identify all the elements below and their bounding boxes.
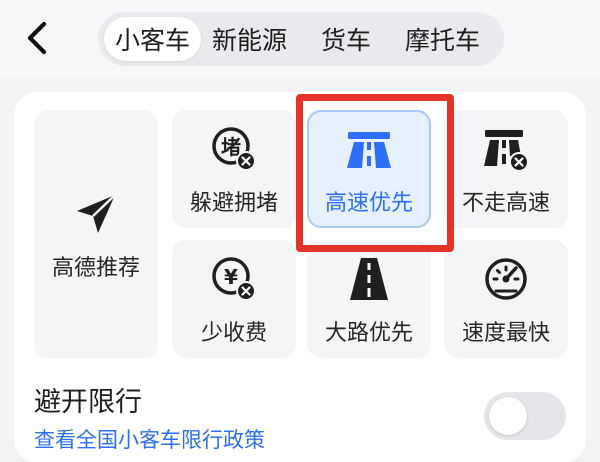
tab-truck[interactable]: 货车 xyxy=(310,17,382,61)
tab-motorcycle[interactable]: 摩托车 xyxy=(394,17,491,61)
tab-car[interactable]: 小客车 xyxy=(104,17,202,61)
option-main-road-first-label: 大路优先 xyxy=(324,321,413,346)
option-less-toll[interactable]: ¥ 少收费 xyxy=(172,240,296,358)
option-recommend[interactable]: 高德推荐 xyxy=(34,110,158,358)
speedometer-icon xyxy=(478,251,534,307)
congestion-avoid-icon: 堵 xyxy=(206,121,262,177)
option-no-highway[interactable]: 不走高速 xyxy=(444,110,568,228)
avoid-restriction-toggle[interactable] xyxy=(484,392,566,440)
main-road-icon xyxy=(341,251,397,307)
option-fastest-label: 速度最快 xyxy=(461,321,550,346)
option-avoid-congestion[interactable]: 堵 躲避拥堵 xyxy=(172,110,296,228)
option-avoid-congestion-label: 躲避拥堵 xyxy=(189,191,278,216)
chevron-left-icon xyxy=(27,21,47,55)
option-less-toll-label: 少收费 xyxy=(200,321,267,346)
avoid-restriction-title: 避开限行 xyxy=(34,387,142,418)
option-main-road-first[interactable]: 大路优先 xyxy=(307,240,431,358)
vehicle-type-tabs: 小客车 新能源 货车 摩托车 xyxy=(98,12,504,66)
svg-text:¥: ¥ xyxy=(224,265,238,289)
option-no-highway-label: 不走高速 xyxy=(461,191,550,216)
option-highway-first[interactable]: 高速优先 xyxy=(307,110,431,228)
paper-plane-icon xyxy=(68,186,124,242)
toll-avoid-icon: ¥ xyxy=(206,251,262,307)
option-recommend-label: 高德推荐 xyxy=(51,256,140,281)
toggle-knob xyxy=(489,397,527,435)
tab-new-energy[interactable]: 新能源 xyxy=(201,17,298,61)
back-button[interactable] xyxy=(20,18,54,58)
option-fastest[interactable]: 速度最快 xyxy=(444,240,568,358)
no-highway-icon xyxy=(478,121,534,177)
option-highway-first-label: 高速优先 xyxy=(324,191,413,216)
highway-icon xyxy=(341,121,397,177)
top-bar: 小客车 新能源 货车 摩托车 xyxy=(0,0,600,78)
